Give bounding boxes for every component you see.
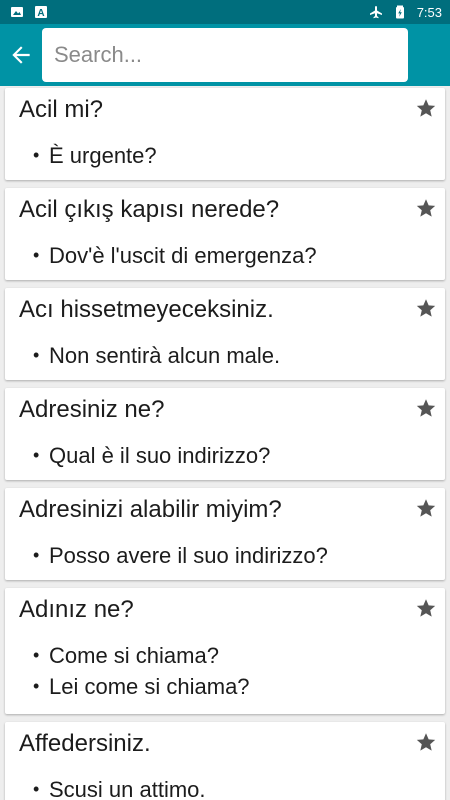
- back-button[interactable]: [0, 24, 42, 86]
- phrase-text: Acil mi?: [19, 96, 104, 123]
- list-item[interactable]: Acil mi? È urgente?: [5, 88, 445, 180]
- translation-list: Posso avere il suo indirizzo?: [29, 540, 328, 571]
- phrase-text: Adresinizi alabilir miyim?: [19, 496, 282, 523]
- translation-list: Non sentirà alcun male.: [29, 340, 280, 371]
- translation-text: Lei come si chiama?: [29, 671, 250, 702]
- phrase-text: Acı hissetmeyeceksiniz.: [19, 296, 274, 323]
- search-input[interactable]: [42, 28, 408, 82]
- translation-text: Posso avere il suo indirizzo?: [29, 540, 328, 571]
- phrase-text: Adınız ne?: [19, 596, 134, 623]
- translation-list: Dov'è l'uscit di emergenza?: [29, 240, 317, 271]
- list-item[interactable]: Acil çıkış kapısı nerede? Dov'è l'uscit …: [5, 188, 445, 280]
- airplane-icon: [369, 5, 383, 19]
- translation-list: Qual è il suo indirizzo?: [29, 440, 270, 471]
- list-item[interactable]: Acı hissetmeyeceksiniz. Non sentirà alcu…: [5, 288, 445, 380]
- font-icon: A: [34, 5, 48, 19]
- list-item[interactable]: Adresinizi alabilir miyim? Posso avere i…: [5, 488, 445, 580]
- svg-text:A: A: [37, 8, 44, 19]
- translation-text: Scusi un attimo.: [29, 774, 206, 800]
- battery-icon: [393, 5, 407, 19]
- list-item[interactable]: Affedersiniz. Scusi un attimo.: [5, 722, 445, 800]
- phrase-text: Adresiniz ne?: [19, 396, 165, 423]
- list-item[interactable]: Adınız ne? Come si chiama? Lei come si c…: [5, 588, 445, 714]
- toolbar: [0, 24, 450, 86]
- translation-list: Scusi un attimo.: [29, 774, 206, 800]
- translation-text: Dov'è l'uscit di emergenza?: [29, 240, 317, 271]
- status-left: A: [10, 5, 48, 19]
- star-icon[interactable]: [415, 97, 437, 119]
- arrow-back-icon: [8, 42, 34, 68]
- star-icon[interactable]: [415, 197, 437, 219]
- star-icon[interactable]: [415, 297, 437, 319]
- translation-text: Come si chiama?: [29, 640, 250, 671]
- list-item[interactable]: Adresiniz ne? Qual è il suo indirizzo?: [5, 388, 445, 480]
- status-time: 7:53: [416, 4, 442, 20]
- star-icon[interactable]: [415, 597, 437, 619]
- status-right: 7:53: [369, 5, 442, 20]
- translation-text: Non sentirà alcun male.: [29, 340, 280, 371]
- image-icon: [10, 5, 24, 19]
- translation-list: È urgente?: [29, 140, 157, 171]
- translation-text: Qual è il suo indirizzo?: [29, 440, 270, 471]
- status-bar: A 7:53: [0, 0, 450, 24]
- translation-text: È urgente?: [29, 140, 157, 171]
- star-icon[interactable]: [415, 731, 437, 753]
- translation-list: Come si chiama? Lei come si chiama?: [29, 640, 250, 702]
- star-icon[interactable]: [415, 497, 437, 519]
- star-icon[interactable]: [415, 397, 437, 419]
- phrase-list: Acil mi? È urgente? Acil çıkış kapısı ne…: [0, 86, 450, 800]
- phrase-text: Acil çıkış kapısı nerede?: [19, 196, 280, 223]
- phrase-text: Affedersiniz.: [19, 730, 151, 757]
